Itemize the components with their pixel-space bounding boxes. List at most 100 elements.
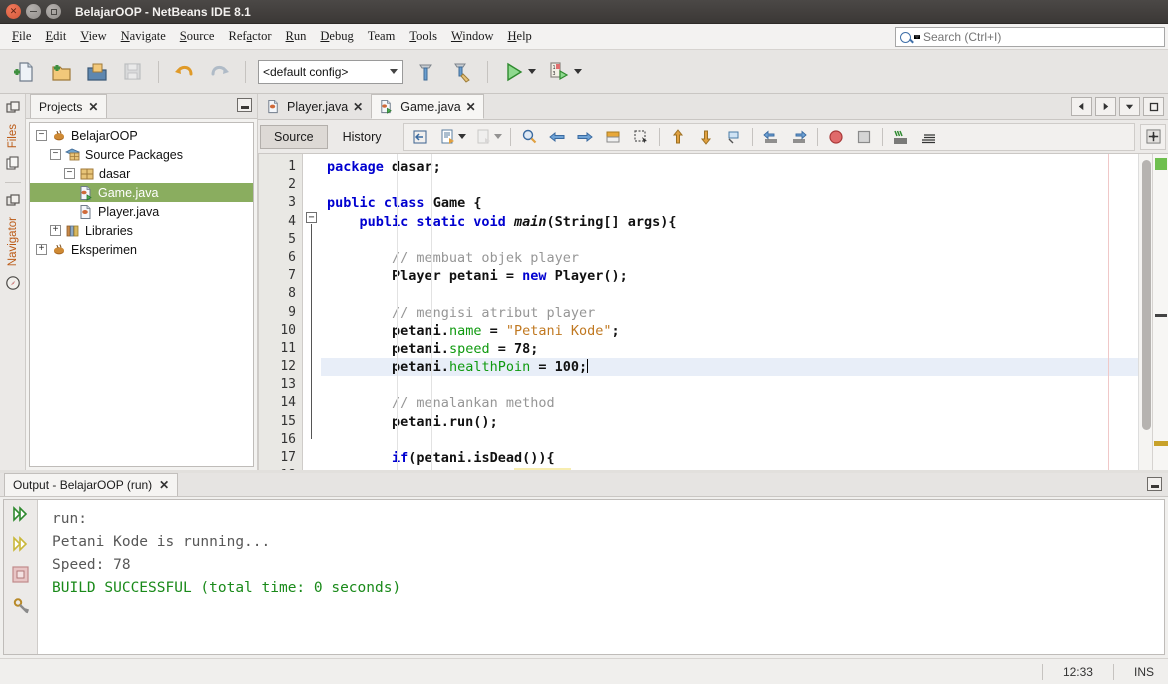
menu-view[interactable]: View <box>73 26 113 47</box>
open-project-icon[interactable] <box>80 56 114 88</box>
menu-navigate[interactable]: Navigate <box>114 26 173 47</box>
search-input[interactable] <box>923 30 1164 44</box>
menu-window[interactable]: Window <box>444 26 501 47</box>
tree-item-game-java[interactable]: Game.java <box>30 183 253 202</box>
menu-help[interactable]: Help <box>501 26 539 47</box>
tree-item-source-packages[interactable]: − Source Packages <box>30 145 253 164</box>
rerun-alt-icon[interactable] <box>12 536 30 555</box>
chevron-down-icon[interactable] <box>494 134 502 139</box>
expander-icon[interactable]: − <box>36 130 47 141</box>
expander-icon[interactable]: + <box>36 244 47 255</box>
find-selection-icon[interactable] <box>515 124 543 150</box>
tab-projects[interactable]: Projects ✕ <box>30 94 107 118</box>
close-icon[interactable]: ✕ <box>466 101 476 113</box>
output-text[interactable]: run: Petani Kode is running... Speed: 78… <box>38 500 1164 654</box>
editor-scrollbar[interactable] <box>1138 154 1152 470</box>
uncomment-icon[interactable] <box>915 124 943 150</box>
tree-item-dasar[interactable]: − dasar <box>30 164 253 183</box>
debug-dropdown-icon[interactable] <box>574 69 582 74</box>
tree-item-libraries[interactable]: + Libraries <box>30 221 253 240</box>
sidebar-tab-navigator[interactable]: Navigator <box>7 215 19 268</box>
close-icon[interactable]: ✕ <box>6 4 21 19</box>
compass-icon[interactable] <box>5 275 21 291</box>
toggle-breakpoint-icon[interactable] <box>822 124 850 150</box>
strip-divider <box>5 182 21 183</box>
toggle-toolbar-icon[interactable] <box>1140 124 1166 150</box>
files-copy-icon[interactable] <box>5 156 21 172</box>
search-box[interactable] <box>895 27 1165 47</box>
stop-process-icon[interactable] <box>12 566 29 586</box>
new-file-icon[interactable] <box>8 56 42 88</box>
close-icon[interactable]: ✕ <box>353 101 363 113</box>
expander-icon[interactable]: − <box>50 149 61 160</box>
previous-bookmark-icon[interactable] <box>543 124 571 150</box>
build-project-icon[interactable] <box>409 56 443 88</box>
menu-team[interactable]: Team <box>361 26 403 47</box>
shift-line-right-icon[interactable] <box>785 124 813 150</box>
tab-history[interactable]: History <box>329 125 396 149</box>
shift-line-left-icon[interactable] <box>757 124 785 150</box>
close-icon[interactable]: ✕ <box>88 101 98 113</box>
search-dropdown-icon[interactable] <box>914 35 920 39</box>
menu-run[interactable]: Run <box>279 26 314 47</box>
toggle-rectangular-selection-icon[interactable] <box>599 124 627 150</box>
tab-game-java[interactable]: Game.java ✕ <box>371 94 484 119</box>
menu-debug[interactable]: Debug <box>313 26 360 47</box>
project-tree[interactable]: − BelajarOOP − <box>29 122 254 467</box>
tree-item-player-java[interactable]: Player.java <box>30 202 253 221</box>
minimize-icon[interactable] <box>1147 477 1162 491</box>
inspect-icon[interactable] <box>720 124 748 150</box>
expander-icon[interactable]: − <box>64 168 75 179</box>
run-dropdown-icon[interactable] <box>528 69 536 74</box>
scrollbar-thumb[interactable] <box>1142 160 1151 430</box>
stop-icon[interactable] <box>850 124 878 150</box>
toggle-highlight-icon[interactable] <box>627 124 655 150</box>
menu-edit[interactable]: Edit <box>38 26 73 47</box>
next-tab-icon[interactable] <box>1095 97 1116 116</box>
undo-icon[interactable] <box>167 56 201 88</box>
close-icon[interactable]: ✕ <box>159 479 169 491</box>
tab-output[interactable]: Output - BelajarOOP (run) ✕ <box>4 473 178 496</box>
project-config-select[interactable]: <default config> <box>258 60 403 84</box>
source-code-view[interactable]: package dasar; public class Game { publi… <box>321 154 1138 470</box>
tab-player-java[interactable]: Player.java ✕ <box>258 94 371 119</box>
editor-annotation-bar[interactable] <box>1152 154 1168 470</box>
menu-source[interactable]: Source <box>173 26 222 47</box>
code-editor[interactable]: 1 2 3 4 5 6 7 8 9 10 11 12 13 14 15 16 1 <box>258 154 1168 470</box>
menu-tools[interactable]: Tools <box>402 26 444 47</box>
next-error-icon[interactable] <box>692 124 720 150</box>
minimize-icon[interactable] <box>26 4 41 19</box>
chevron-down-icon[interactable] <box>458 134 466 139</box>
new-project-icon[interactable] <box>44 56 78 88</box>
tree-item-belajaroop[interactable]: − BelajarOOP <box>30 126 253 145</box>
rerun-icon[interactable] <box>12 506 30 525</box>
debug-project-icon[interactable]: 1 3 <box>542 56 576 88</box>
maximize-icon[interactable] <box>1143 97 1164 116</box>
expander-icon[interactable]: + <box>50 225 61 236</box>
sidebar-tab-files[interactable]: Files <box>7 122 19 150</box>
menu-refactor[interactable]: Refactor <box>221 26 278 47</box>
next-bookmark-icon[interactable] <box>571 124 599 150</box>
previous-error-icon[interactable] <box>664 124 692 150</box>
menu-file[interactable]: File <box>5 26 38 47</box>
tab-source[interactable]: Source <box>260 125 328 149</box>
output-body: run: Petani Kode is running... Speed: 78… <box>3 499 1165 655</box>
save-all-icon[interactable] <box>116 56 150 88</box>
tree-item-eksperimen[interactable]: + Eksperimen <box>30 240 253 259</box>
collapse-fold-icon[interactable]: − <box>306 212 317 223</box>
files-window-icon[interactable] <box>5 100 21 116</box>
clean-and-build-icon[interactable] <box>445 56 479 88</box>
redo-icon[interactable] <box>203 56 237 88</box>
code-fold-column[interactable]: − <box>303 154 321 470</box>
navigator-window-icon[interactable] <box>5 193 21 209</box>
maximize-icon[interactable] <box>46 4 61 19</box>
code-line-18: System.out.println("Game Over!!"); <box>321 467 1138 470</box>
settings-icon[interactable] <box>12 597 30 617</box>
minimize-icon[interactable] <box>237 98 252 112</box>
comment-icon[interactable] <box>887 124 915 150</box>
run-project-icon[interactable] <box>496 56 530 88</box>
last-edit-icon[interactable] <box>406 124 434 150</box>
code-line-10: petani.name = "Petani Kode"; <box>321 322 1138 340</box>
prev-tab-icon[interactable] <box>1071 97 1092 116</box>
tab-list-icon[interactable] <box>1119 97 1140 116</box>
